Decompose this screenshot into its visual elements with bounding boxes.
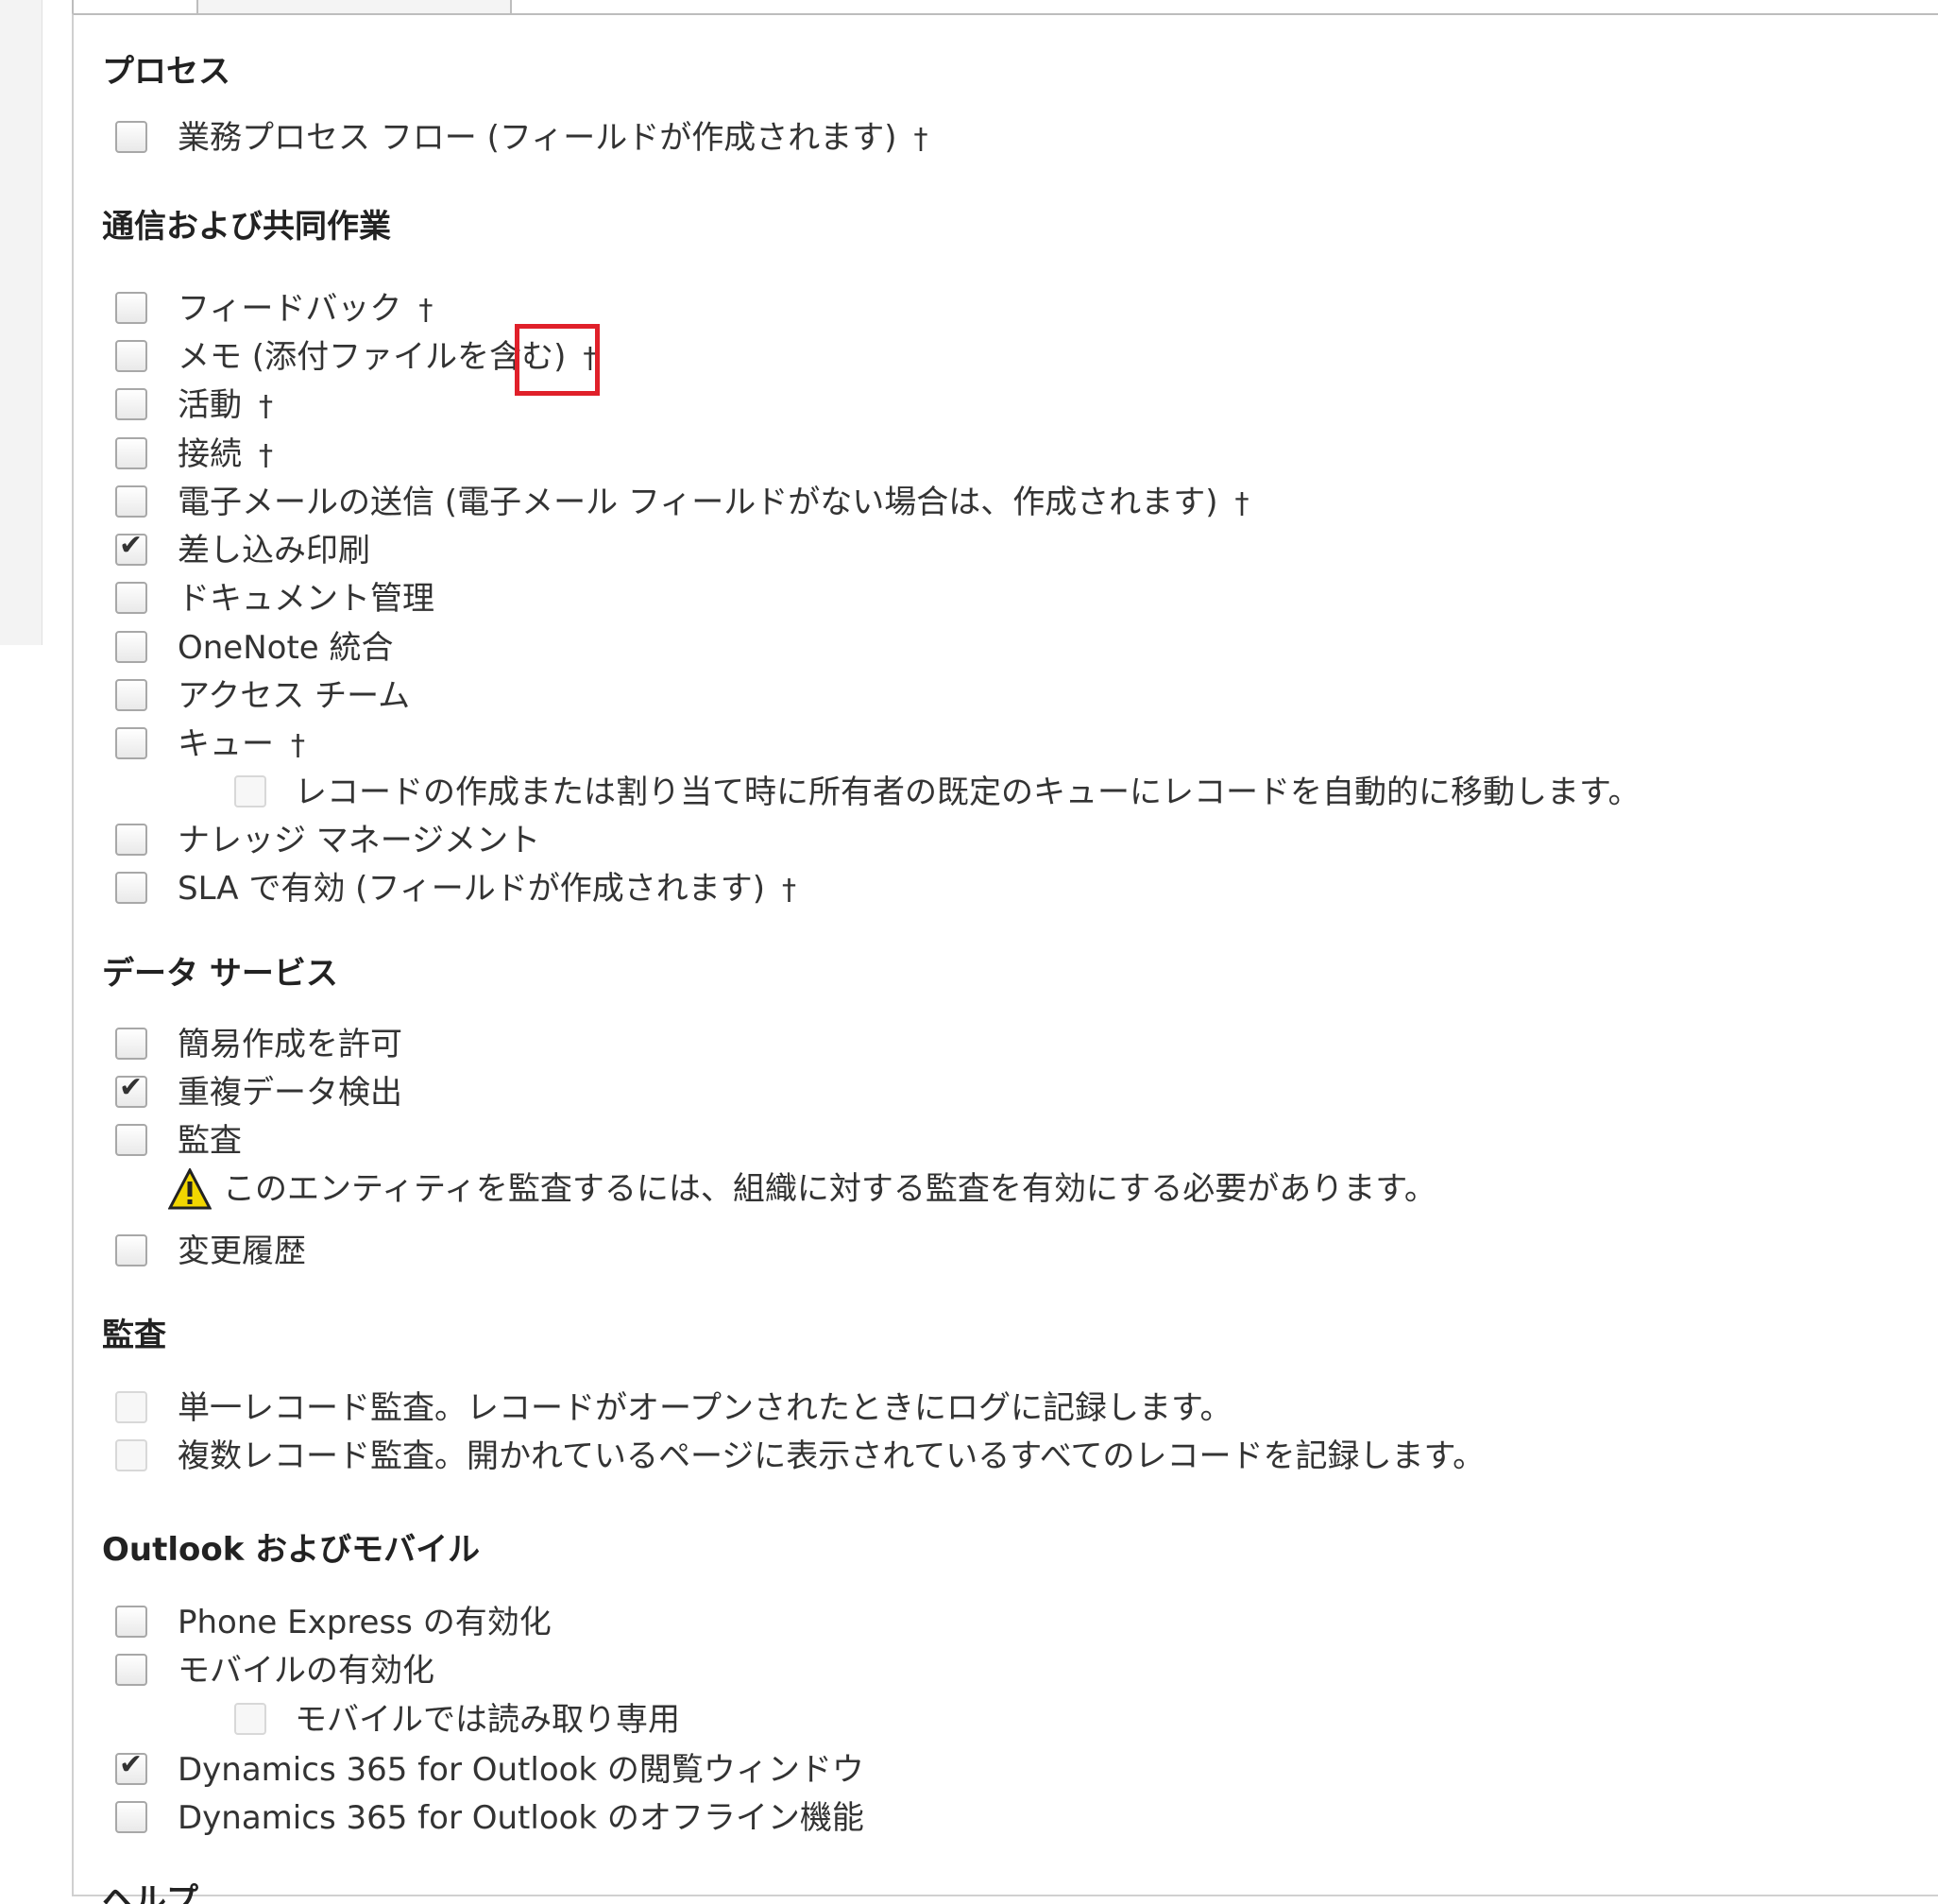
- option-label: 複数レコード監査。開かれているページに表示されているすべてのレコードを記録します…: [178, 1437, 1486, 1475]
- option-label: SLA で有効 (フィールドが作成されます): [178, 870, 766, 908]
- option-label: 電子メールの送信 (電子メール フィールドがない場合は、作成されます): [178, 484, 1218, 521]
- checkbox-disabled[interactable]: [234, 775, 266, 808]
- section-title-communication: 通信および共同作業: [102, 208, 391, 246]
- option-label: Dynamics 365 for Outlook の閲覧ウィンドウ: [178, 1751, 864, 1789]
- dagger-mark: †: [782, 874, 797, 907]
- checkbox[interactable]: [115, 1654, 147, 1686]
- option-label: Dynamics 365 for Outlook のオフライン機能: [178, 1799, 864, 1837]
- checkbox-disabled[interactable]: [115, 1439, 147, 1471]
- section-title-data-services: データ サービス: [102, 955, 338, 993]
- highlight-annotation-box: [515, 324, 600, 396]
- checkbox[interactable]: [115, 437, 147, 469]
- option-label: メモ (添付ファイルを含む): [178, 338, 567, 376]
- checkmark-icon: ✔: [119, 1748, 144, 1781]
- option-label: 監査: [178, 1122, 242, 1160]
- left-side-panel: [0, 0, 42, 645]
- checkbox[interactable]: [115, 121, 147, 153]
- dagger-mark: †: [259, 390, 273, 423]
- tab-general[interactable]: [72, 0, 198, 13]
- checkbox[interactable]: [115, 1124, 147, 1156]
- checkbox[interactable]: [115, 872, 147, 904]
- option-label: 差し込み印刷: [178, 532, 370, 570]
- checkbox[interactable]: [115, 727, 147, 759]
- checkbox[interactable]: [115, 1234, 147, 1266]
- section-title-help: ヘルプ: [102, 1881, 198, 1904]
- option-label: フィードバック: [178, 290, 402, 328]
- checkbox[interactable]: [115, 292, 147, 324]
- checkbox[interactable]: [115, 824, 147, 856]
- option-label: OneNote 統合: [178, 629, 394, 667]
- checkmark-icon: ✔: [119, 1071, 144, 1104]
- option-label: ドキュメント管理: [178, 580, 434, 618]
- option-label: 変更履歴: [178, 1232, 306, 1270]
- option-label: モバイルでは読み取り専用: [295, 1701, 680, 1739]
- checkbox-disabled[interactable]: [115, 1391, 147, 1423]
- option-label: アクセス チーム: [178, 677, 411, 715]
- checkbox[interactable]: [115, 388, 147, 420]
- dagger-mark: †: [291, 729, 305, 762]
- checkbox[interactable]: [115, 582, 147, 614]
- option-label: モバイルの有効化: [178, 1652, 434, 1690]
- checkbox-checked[interactable]: ✔: [115, 1749, 147, 1785]
- option-label: 接続: [178, 435, 242, 473]
- option-label: キュー: [178, 725, 274, 763]
- checkbox-checked[interactable]: ✔: [115, 530, 147, 566]
- warning-text: このエンティティを監査するには、組織に対する監査を有効にする必要があります。: [223, 1170, 1436, 1208]
- option-label: レコードの作成または割り当て時に所有者の既定のキューにレコードを自動的に移動しま…: [295, 774, 1640, 811]
- option-label: Phone Express の有効化: [178, 1604, 552, 1641]
- option-label: 単一レコード監査。レコードがオープンされたときにログに記録します。: [178, 1389, 1232, 1427]
- section-title-outlook-mobile: Outlook およびモバイル: [102, 1531, 481, 1569]
- checkbox[interactable]: [115, 679, 147, 711]
- option-label: 活動: [178, 386, 242, 424]
- checkbox-disabled[interactable]: [234, 1703, 266, 1735]
- dagger-mark: †: [259, 439, 273, 472]
- dagger-mark: †: [1234, 487, 1250, 520]
- checkbox[interactable]: [115, 1028, 147, 1060]
- dagger-mark: †: [418, 294, 434, 327]
- option-label: 簡易作成を許可: [178, 1026, 402, 1063]
- option-label: 業務プロセス フロー (フィールドが作成されます): [178, 119, 897, 157]
- section-title-auditing: 監査: [102, 1317, 166, 1354]
- option-label: ナレッジ マネージメント: [178, 822, 541, 859]
- checkbox[interactable]: [115, 340, 147, 372]
- checkbox[interactable]: [115, 485, 147, 518]
- checkbox-checked[interactable]: ✔: [115, 1072, 147, 1108]
- option-label: 重複データ検出: [178, 1074, 402, 1112]
- checkbox[interactable]: [115, 631, 147, 663]
- checkbox[interactable]: [115, 1801, 147, 1833]
- section-title-process: プロセス: [102, 53, 230, 91]
- dagger-mark: †: [913, 123, 928, 156]
- checkmark-icon: ✔: [119, 529, 144, 562]
- checkbox[interactable]: [115, 1606, 147, 1638]
- warning-icon: [168, 1168, 212, 1210]
